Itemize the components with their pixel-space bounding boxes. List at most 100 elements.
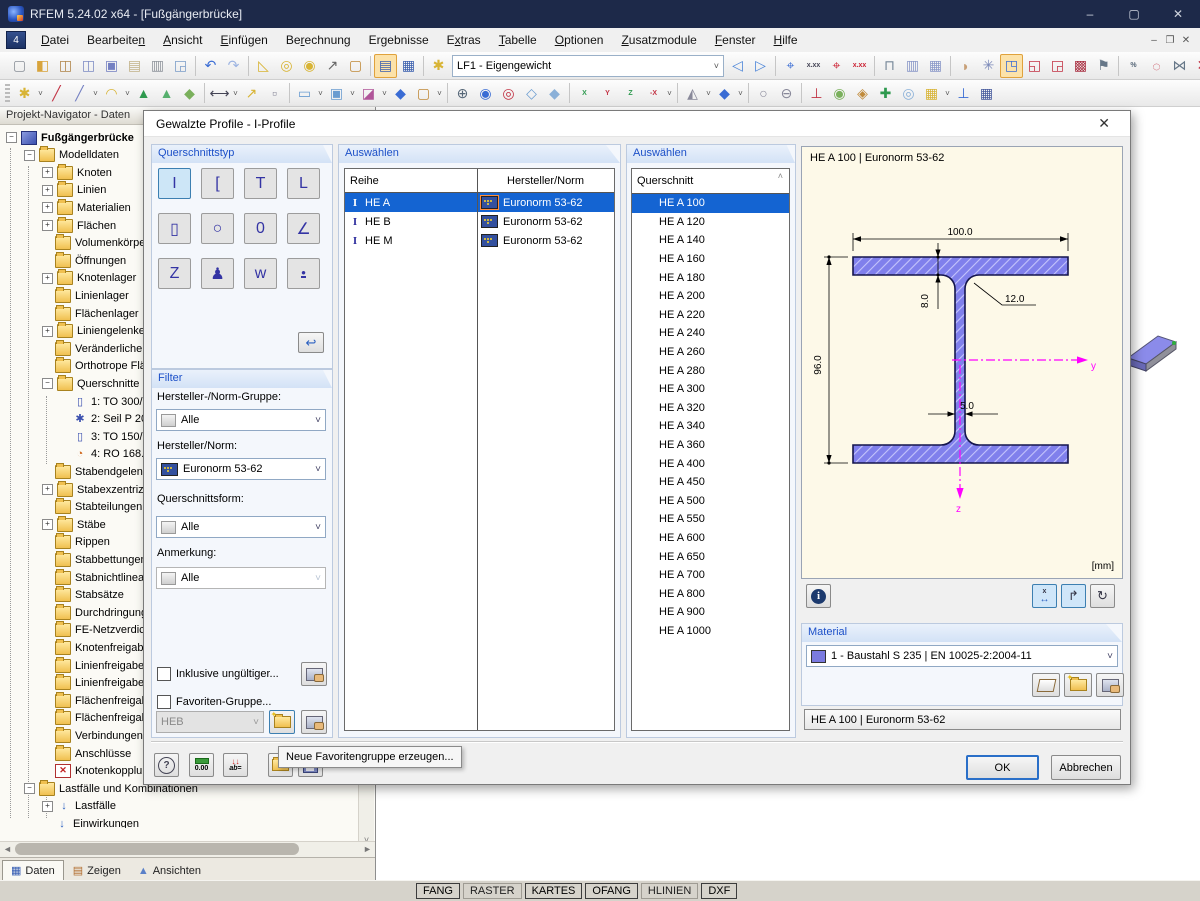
dropdown-arrow-icon[interactable]: ˅ xyxy=(704,82,713,104)
tree-item[interactable]: +Knotenlager xyxy=(42,270,136,287)
navigator-tab-ansichten[interactable]: ▲Ansichten xyxy=(130,862,209,880)
dropdown-arrow-icon[interactable]: ˅ xyxy=(435,82,444,104)
tree-item[interactable]: +Knoten xyxy=(42,164,112,181)
rotate-view-icon[interactable]: ◳ xyxy=(1000,54,1023,78)
mdi-restore-icon[interactable]: ❐ xyxy=(1162,33,1178,47)
tree-item[interactable]: Durchdringungen xyxy=(42,604,159,621)
tree-item[interactable]: −Querschnitte xyxy=(42,375,139,392)
dimension2-icon[interactable]: ↗ xyxy=(240,81,263,105)
clamp-icon[interactable]: ⊓ xyxy=(878,54,901,78)
section-preview[interactable]: HE A 100 | Euronorm 53-62 100.0 xyxy=(801,146,1123,579)
minimize-button[interactable]: – xyxy=(1068,0,1112,28)
section-row[interactable]: HE A 240 xyxy=(632,324,789,343)
favorites-combo[interactable]: HEB ˅ xyxy=(156,711,264,733)
new-window-icon[interactable]: ▢ xyxy=(344,54,367,78)
series-row[interactable]: IHE MEuronorm 53-62 xyxy=(345,231,614,250)
lens-icon[interactable]: ◉ xyxy=(828,81,851,105)
undo-icon[interactable]: ↶ xyxy=(199,54,222,78)
section-row[interactable]: HE A 650 xyxy=(632,547,789,566)
type-t-profile-button[interactable]: T xyxy=(244,168,277,199)
dialog-close-icon[interactable]: ✕ xyxy=(1090,115,1118,132)
model-3d-beam[interactable] xyxy=(1126,328,1178,380)
fe-mesh-icon[interactable]: ✳ xyxy=(977,54,1000,78)
status-toggle-fang[interactable]: FANG xyxy=(416,883,460,899)
expand-icon[interactable]: + xyxy=(42,484,53,495)
cursor-icon[interactable]: ↗ xyxy=(321,54,344,78)
material-combo[interactable]: 1 - Baustahl S 235 | EN 10025-2:2004-11 … xyxy=(806,645,1118,667)
dimension-icon[interactable]: ⟷ xyxy=(208,81,231,105)
reset-type-button[interactable]: ↩ xyxy=(298,332,324,353)
axis-y-icon[interactable]: Y xyxy=(596,81,619,105)
move-icon[interactable]: ⊕ xyxy=(451,81,474,105)
type-rail-profile-button[interactable]: ♟ xyxy=(201,258,234,289)
status-toggle-kartes[interactable]: KARTES xyxy=(525,883,583,899)
column-divider[interactable] xyxy=(477,169,478,730)
collapse-icon[interactable]: − xyxy=(42,378,53,389)
panel-icon[interactable]: ▥ xyxy=(901,54,924,78)
edit-favorites-button[interactable] xyxy=(301,710,327,734)
checkbox[interactable] xyxy=(157,667,171,681)
surface-icon[interactable]: ◆ xyxy=(178,81,201,105)
dropdown-arrow-icon[interactable]: ˅ xyxy=(36,82,45,104)
handshake-icon[interactable]: ◗ xyxy=(954,54,977,78)
tree-item[interactable]: Stabteilungen xyxy=(42,499,142,516)
column-header-norm[interactable]: Hersteller/Norm xyxy=(477,175,614,187)
tree-item[interactable]: +Flächen xyxy=(42,217,116,234)
tree-item[interactable]: +Stäbe xyxy=(42,516,106,533)
section-row[interactable]: HE A 100 xyxy=(632,194,789,213)
add-green-icon[interactable]: ✚ xyxy=(874,81,897,105)
values-icon[interactable]: x.xx xyxy=(802,54,825,78)
section-row[interactable]: HE A 700 xyxy=(632,566,789,585)
support-icon[interactable]: ▲ xyxy=(132,81,155,105)
series-row[interactable]: IHE AEuronorm 53-62 xyxy=(345,193,614,212)
new-view-icon[interactable]: ▢ xyxy=(412,81,435,105)
perspective-icon[interactable]: ◪ xyxy=(357,81,380,105)
section-row[interactable]: HE A 550 xyxy=(632,510,789,529)
type-u-profile-button[interactable]: [ xyxy=(201,168,234,199)
section-row[interactable]: HE A 320 xyxy=(632,399,789,418)
dialog-title-bar[interactable]: Gewalzte Profile - I-Profile ✕ xyxy=(144,111,1130,137)
tree-item[interactable]: Flächenlager xyxy=(42,305,139,322)
section-row[interactable]: HE A 1000 xyxy=(632,622,789,641)
expand-icon[interactable]: + xyxy=(42,202,53,213)
tree-item[interactable]: Verbindungen xyxy=(42,727,143,744)
expand-icon[interactable]: + xyxy=(42,167,53,178)
ok-button[interactable]: OK xyxy=(966,755,1039,780)
redo-icon[interactable]: ↷ xyxy=(222,54,245,78)
print-icon[interactable]: ▥ xyxy=(146,54,169,78)
print-preview-icon[interactable]: ◲ xyxy=(169,54,192,78)
section-row[interactable]: HE A 280 xyxy=(632,361,789,380)
section-row[interactable]: HE A 260 xyxy=(632,343,789,362)
flag-icon[interactable]: ⚑ xyxy=(1092,54,1115,78)
mirror-icon[interactable]: ⋈ xyxy=(1168,54,1191,78)
dashed-circle-icon[interactable]: ◌ xyxy=(1145,54,1168,78)
section-row[interactable]: HE A 300 xyxy=(632,380,789,399)
dropdown-arrow-icon[interactable]: ˅ xyxy=(91,82,100,104)
section-row[interactable]: HE A 340 xyxy=(632,417,789,436)
menu-einfügen[interactable]: Einfügen xyxy=(211,29,276,51)
tree-item[interactable]: Linienlager xyxy=(42,287,129,304)
menu-ergebnisse[interactable]: Ergebnisse xyxy=(360,29,438,51)
tree-item[interactable]: Linienfreigaben xyxy=(42,657,150,674)
status-toggle-raster[interactable]: RASTER xyxy=(463,883,522,899)
prev-loadcase-icon[interactable]: ◁ xyxy=(726,54,749,78)
pin-icon[interactable]: ⌖ xyxy=(779,54,802,78)
show-dimensions-button[interactable]: x↔ xyxy=(1032,584,1057,608)
favorites-group-checkbox[interactable]: Favoriten-Gruppe... xyxy=(157,695,271,709)
solid-render-icon[interactable]: ◆ xyxy=(713,81,736,105)
section-row[interactable]: HE A 450 xyxy=(632,473,789,492)
menu-fenster[interactable]: Fenster xyxy=(706,29,765,51)
type-angle-profile-button[interactable]: ∠ xyxy=(287,213,320,244)
expand-icon[interactable]: + xyxy=(42,519,53,530)
maximize-button[interactable]: ▢ xyxy=(1112,0,1156,28)
section-row[interactable]: HE A 220 xyxy=(632,306,789,325)
collapse-icon[interactable]: − xyxy=(24,783,35,794)
new-favorites-group-button[interactable] xyxy=(269,710,295,734)
wire-icon[interactable]: ○ xyxy=(752,81,775,105)
scroll-left-icon[interactable]: ◄ xyxy=(0,842,15,856)
pin-red-icon[interactable]: ⌖ xyxy=(825,54,848,78)
table2-icon[interactable]: ▦ xyxy=(397,54,420,78)
loadcase-new-icon[interactable]: ✱ xyxy=(427,54,450,78)
type-i-profile-button[interactable]: I xyxy=(158,168,191,199)
series-row[interactable]: IHE BEuronorm 53-62 xyxy=(345,212,614,231)
